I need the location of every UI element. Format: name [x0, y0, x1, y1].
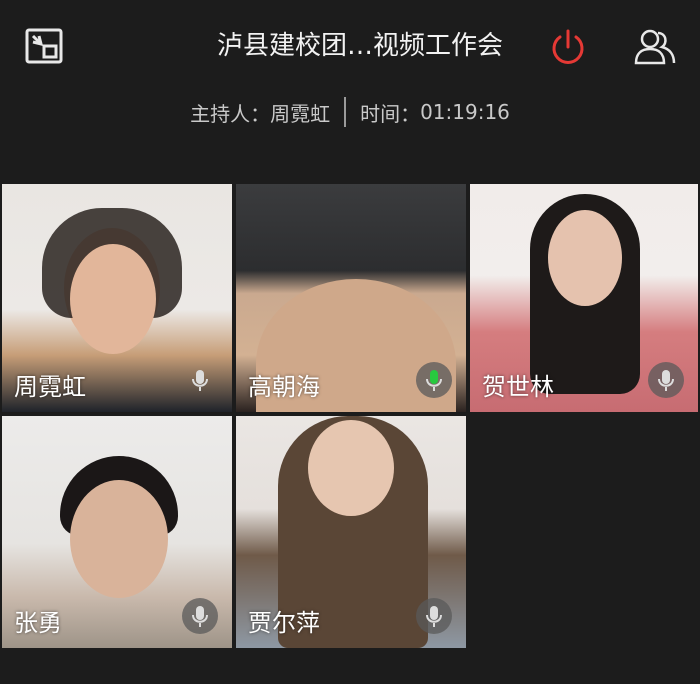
microphone-icon[interactable] [182, 598, 218, 634]
participant-face [308, 420, 394, 516]
video-tile[interactable]: 周霓虹 [2, 184, 232, 412]
participant-name: 张勇 [14, 609, 62, 637]
host-label: 主持人： [190, 101, 271, 126]
time-value: 01:19:16 [420, 100, 510, 124]
top-bar: 泸县建校团…视频工作会 [0, 0, 700, 92]
microphone-icon[interactable] [416, 362, 452, 398]
microphone-icon[interactable] [182, 362, 218, 398]
participant-name: 贺世林 [482, 373, 554, 401]
video-tile[interactable]: 贺世林 [470, 184, 698, 412]
participant-name: 周霓虹 [14, 373, 86, 401]
video-tile[interactable]: 张勇 [2, 416, 232, 648]
video-tile[interactable]: 贾尔萍 [236, 416, 466, 648]
time-label: 时间： [360, 101, 421, 126]
participants-icon[interactable] [630, 24, 680, 70]
video-tile[interactable]: 高朝海 [236, 184, 466, 412]
participant-name: 贾尔萍 [248, 609, 320, 637]
meeting-title: 泸县建校团…视频工作会 [216, 31, 503, 61]
microphone-icon[interactable] [648, 362, 684, 398]
meeting-info: 主持人： 周霓虹 时间： 01:19:16 [0, 92, 700, 132]
participant-face [70, 244, 156, 354]
host-name: 周霓虹 [270, 101, 331, 126]
minimize-window-icon[interactable] [22, 26, 66, 66]
participant-face [70, 480, 168, 598]
power-icon[interactable] [545, 24, 591, 70]
microphone-icon[interactable] [416, 598, 452, 634]
video-grid: 周霓虹 高朝海 贺世林 张勇 贾尔萍 [0, 182, 700, 652]
participant-face [548, 210, 622, 306]
divider [344, 97, 347, 127]
participant-name: 高朝海 [248, 373, 320, 401]
